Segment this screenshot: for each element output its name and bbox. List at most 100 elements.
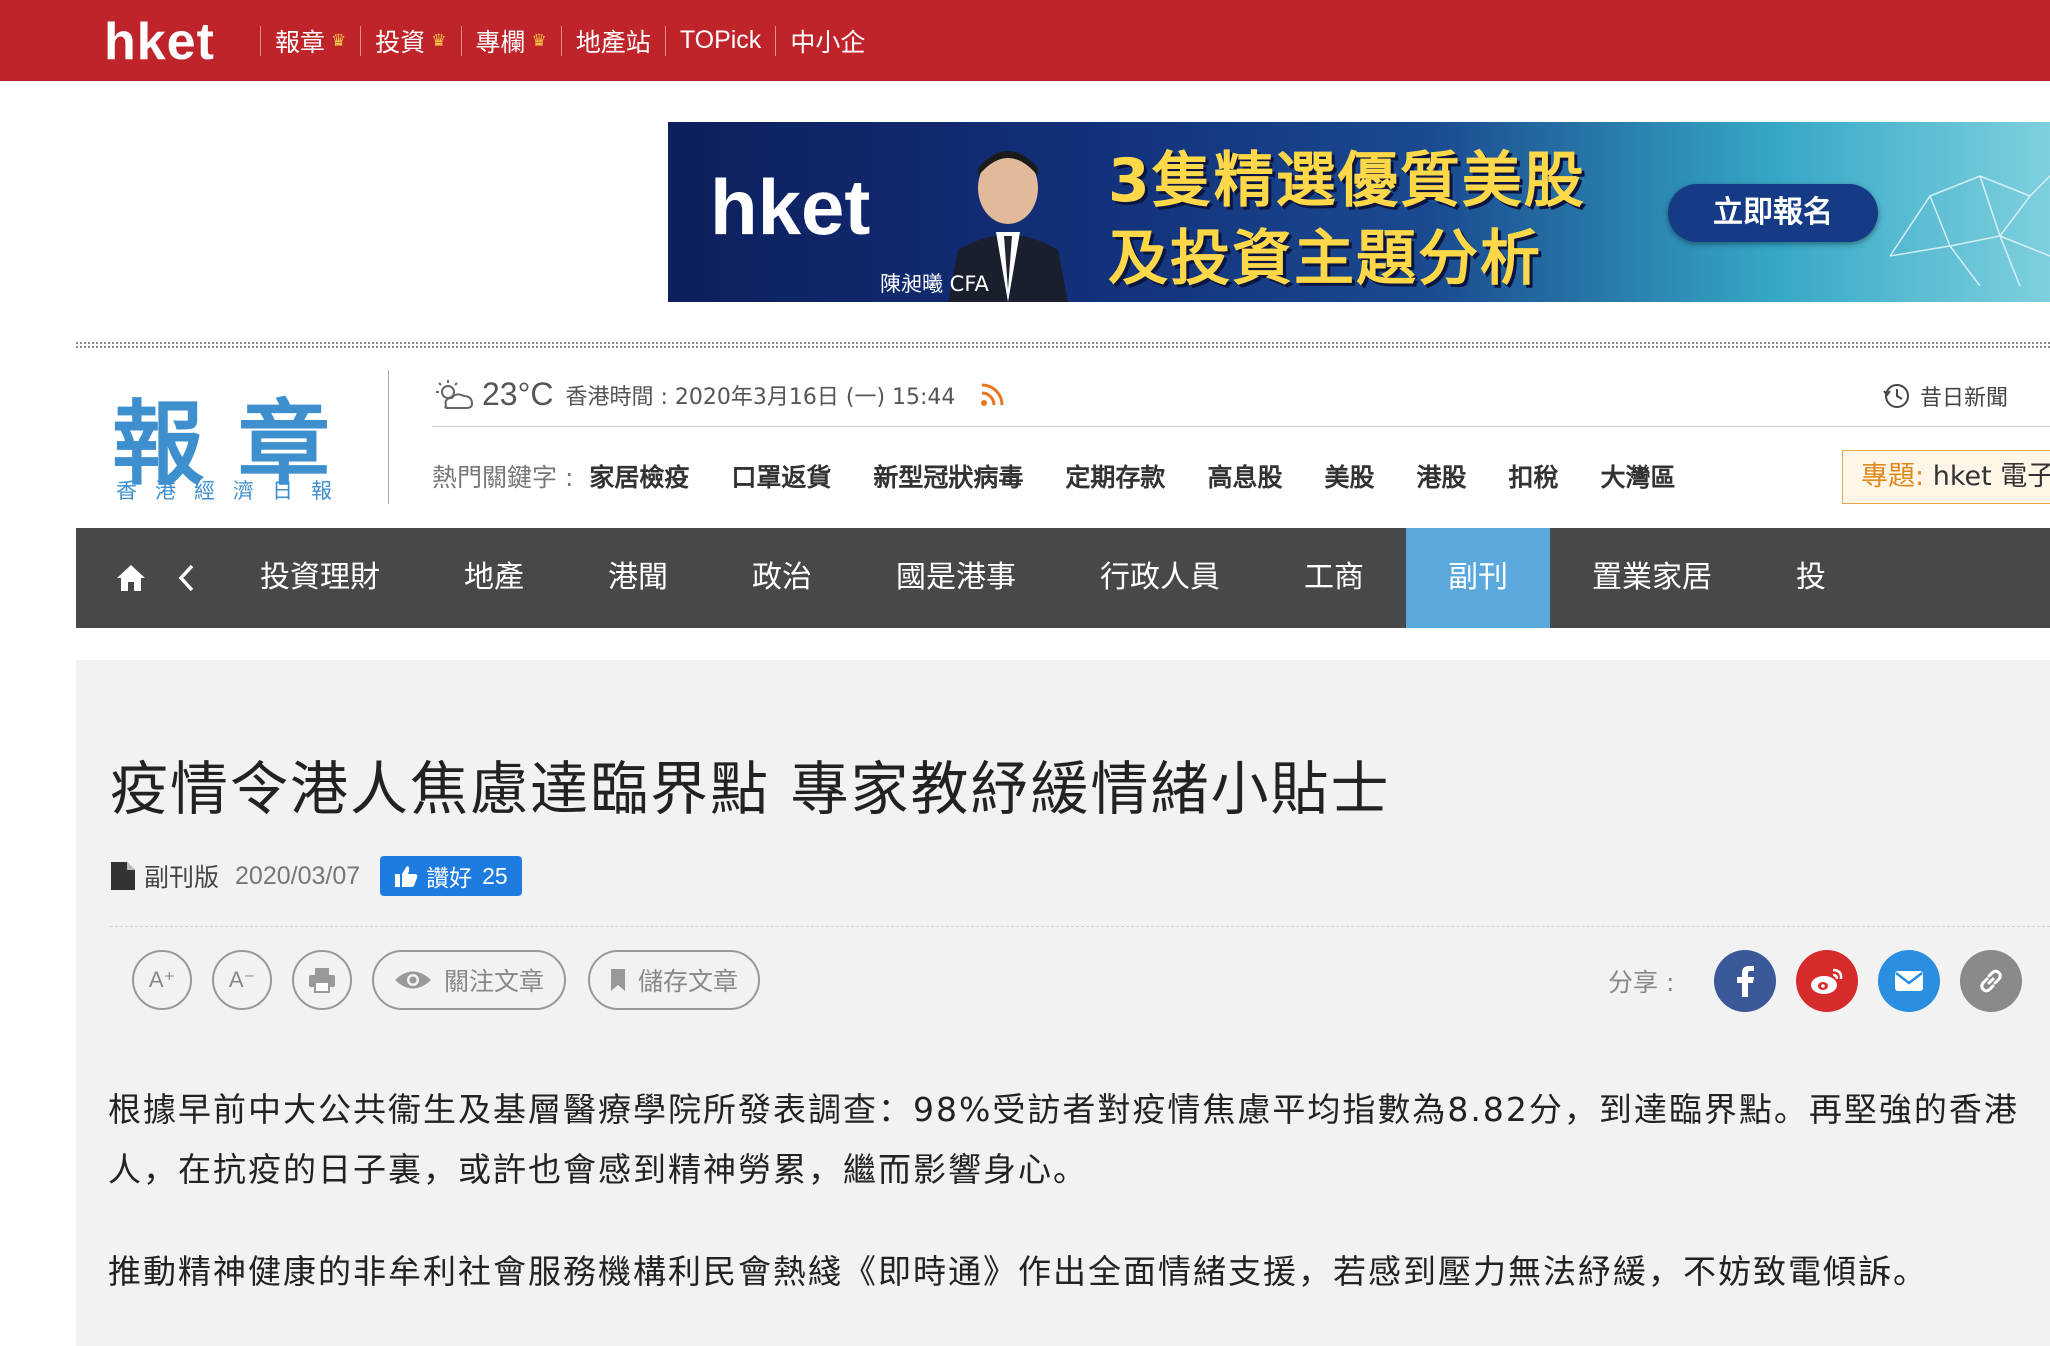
- nav-item-local-news[interactable]: 港聞: [566, 528, 710, 628]
- header-rule: [432, 426, 2050, 427]
- like-count: 25: [482, 862, 508, 889]
- weather-bar: 23°C 香港時間 : 2020年3月16日 (一) 15:44: [432, 376, 1005, 413]
- chevron-left-icon: [178, 564, 194, 592]
- eye-icon: [395, 971, 431, 989]
- share-label: 分享 :: [1608, 968, 1675, 997]
- nav-item-investment[interactable]: 投資理財: [218, 528, 422, 628]
- nav-label: TOPick: [679, 26, 762, 54]
- nav-separator: [460, 25, 462, 56]
- hk-time: 香港時間 : 2020年3月16日 (一) 15:44: [565, 384, 956, 410]
- nav-label: 專欄: [475, 27, 526, 57]
- copy-link-button[interactable]: [1960, 950, 2023, 1012]
- ad-caption: 陳昶曦 CFA: [880, 272, 989, 296]
- newspaper-icon: [111, 862, 135, 890]
- hot-keywords-label: 熱門關鍵字 :: [432, 463, 574, 492]
- nav-item-invest-more[interactable]: 投: [1754, 528, 1868, 628]
- header-vertical-divider: [388, 370, 389, 504]
- nav-item-business[interactable]: 工商: [1262, 528, 1406, 628]
- top-nav-item-topick[interactable]: TOPick: [680, 26, 762, 55]
- article-headline: 疫情令港人焦慮達臨界點 專家教紓緩情緒小貼士: [110, 755, 1391, 823]
- top-nav-item-property[interactable]: 地產站: [576, 23, 651, 59]
- save-article-button[interactable]: 儲存文章: [588, 950, 761, 1010]
- envelope-icon: [1895, 971, 1924, 991]
- nav-separator: [775, 25, 777, 56]
- email-share-button[interactable]: [1878, 950, 1941, 1012]
- print-button[interactable]: [292, 950, 352, 1010]
- nav-item-home-property[interactable]: 置業家居: [1550, 528, 1754, 628]
- nav-item-politics[interactable]: 政治: [710, 528, 854, 628]
- save-article-label: 儲存文章: [638, 967, 739, 996]
- article-section: 副刊版: [144, 863, 220, 892]
- article-panel: 疫情令港人焦慮達臨界點 專家教紓緩情緒小貼士 副刊版 2020/03/07 讚好…: [76, 660, 2050, 1346]
- nav-separator: [664, 25, 666, 56]
- article-date: 2020/03/07: [235, 861, 361, 890]
- ad-register-button[interactable]: 立即報名: [1668, 184, 1878, 242]
- main-nav: 投資理財 地產 港聞 政治 國是港事 行政人員 工商 副刊 置業家居 投: [76, 528, 2050, 628]
- nav-item-executive[interactable]: 行政人員: [1058, 528, 1262, 628]
- hot-keyword[interactable]: 口罩返貨: [731, 458, 831, 494]
- hot-keyword[interactable]: 扣稅: [1508, 458, 1558, 494]
- nav-item-china-hk[interactable]: 國是港事: [854, 528, 1058, 628]
- nav-label: 報章: [275, 27, 326, 57]
- nav-item-property[interactable]: 地產: [422, 528, 566, 628]
- follow-article-button[interactable]: 關注文章: [372, 950, 567, 1010]
- facebook-icon: [1737, 966, 1755, 997]
- hket-logo[interactable]: hket: [104, 12, 215, 72]
- nav-label: 中小企: [790, 27, 866, 57]
- hot-keyword[interactable]: 新型冠狀病毒: [873, 458, 1023, 494]
- font-increase-button[interactable]: A⁺: [132, 950, 192, 1010]
- link-icon: [1980, 969, 2003, 993]
- hot-keyword[interactable]: 美股: [1324, 458, 1374, 494]
- nav-separator: [560, 25, 562, 56]
- crown-icon: ♛: [531, 30, 547, 51]
- nav-label: 投資: [375, 27, 426, 57]
- facebook-share-button[interactable]: [1714, 950, 1777, 1012]
- nav-separator: [260, 25, 261, 56]
- font-decrease-button[interactable]: A⁻: [212, 950, 272, 1010]
- hot-keyword[interactable]: 定期存款: [1065, 458, 1165, 494]
- home-icon: [117, 565, 145, 591]
- hot-keyword[interactable]: 港股: [1416, 458, 1466, 494]
- hot-keyword[interactable]: 家居檢疫: [589, 458, 689, 494]
- article-tools: A⁺ A⁻ 關注文章 儲存文章: [132, 950, 782, 1010]
- ad-headline-1: 3隻精選優質美股: [1108, 146, 1586, 216]
- article-paragraph: 根據早前中大公共衞生及基層醫療學院所發表調查：98%受訪者對疫情焦慮平均指數為8…: [108, 1090, 2019, 1189]
- past-news-link[interactable]: 昔日新聞: [1882, 380, 2008, 412]
- partly-cloudy-icon: [436, 379, 474, 409]
- ad-logo: hket: [710, 163, 871, 251]
- weibo-share-button[interactable]: [1796, 950, 1859, 1012]
- weibo-icon: [1811, 968, 1843, 994]
- top-nav-item-sme[interactable]: 中小企: [790, 23, 865, 59]
- like-button[interactable]: 讚好 25: [380, 856, 522, 896]
- hot-keyword[interactable]: 大灣區: [1601, 458, 1676, 494]
- history-clock-icon: [1883, 384, 1909, 408]
- topic-label: 專題:: [1861, 461, 1925, 492]
- article-paragraph: 推動精神健康的非牟利社會服務機構利民會熱綫《即時通》作出全面情緒支援，若感到壓力…: [108, 1252, 1928, 1291]
- hot-keywords: 熱門關鍵字 : 家居檢疫 口罩返貨 新型冠狀病毒 定期存款 高息股 美股 港股 …: [432, 458, 1718, 494]
- share-bar: 分享 :: [1608, 950, 2023, 1012]
- temperature: 23°C: [482, 376, 554, 412]
- bookmark-icon: [611, 969, 626, 991]
- thumbs-up-icon: [395, 866, 418, 887]
- nav-item-supplement[interactable]: 副刊: [1406, 528, 1550, 628]
- nav-separator: [360, 25, 362, 56]
- bull-graphic: [1889, 174, 2050, 287]
- home-button[interactable]: [96, 563, 166, 593]
- topic-box[interactable]: 專題: hket 電子: [1842, 450, 2050, 504]
- top-nav-item-newspaper[interactable]: 報章 ♛: [275, 23, 346, 59]
- article-meta: 副刊版 2020/03/07 讚好 25: [110, 856, 522, 896]
- crown-icon: ♛: [331, 30, 347, 51]
- top-bar: hket 報章 ♛ 投資 ♛ 專欄 ♛ 地產站 TOPick 中小企: [0, 0, 2050, 81]
- banner-ad[interactable]: hket 陳昶曦 CFA 3隻精選優質美股 及投資主題分析 立即報名: [668, 122, 2050, 302]
- rss-icon[interactable]: [979, 382, 1005, 408]
- follow-article-label: 關注文章: [444, 967, 545, 996]
- past-news-label: 昔日新聞: [1920, 386, 2009, 411]
- hot-keyword[interactable]: 高息股: [1207, 458, 1282, 494]
- header-divider: [76, 342, 2050, 348]
- crown-icon: ♛: [431, 30, 447, 51]
- paper-subtitle: 香港經濟日報: [116, 479, 350, 503]
- top-nav-item-column[interactable]: 專欄 ♛: [476, 23, 547, 59]
- nav-prev-button[interactable]: [166, 563, 206, 593]
- topic-value: hket 電子: [1932, 461, 2050, 492]
- top-nav-item-invest[interactable]: 投資 ♛: [375, 23, 446, 59]
